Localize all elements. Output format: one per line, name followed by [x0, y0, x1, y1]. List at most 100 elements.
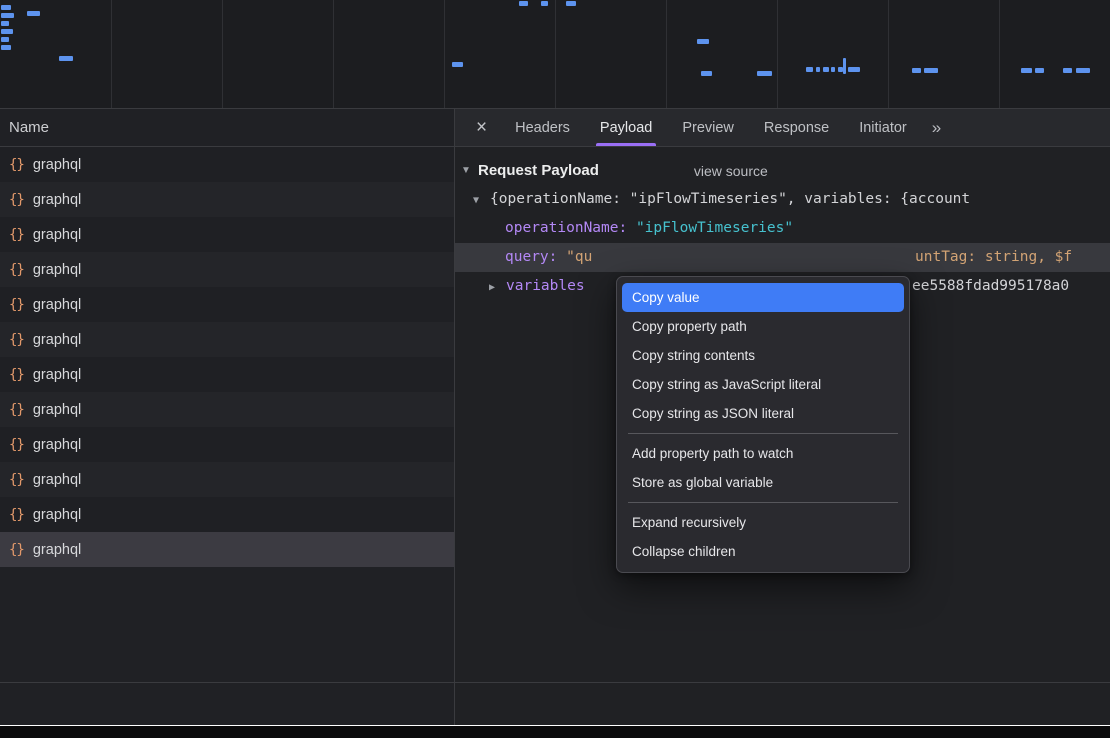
overview-request-bar [924, 68, 938, 73]
request-name: graphql [33, 507, 81, 523]
request-name: graphql [33, 157, 81, 173]
request-name: graphql [33, 367, 81, 383]
tab-payload[interactable]: Payload [585, 109, 667, 146]
variables-preview-end: ee5588fdad995178a0 [912, 272, 1069, 301]
menu-item-copy-value[interactable]: Copy value [622, 283, 904, 312]
menu-item-copy-property-path[interactable]: Copy property path [622, 312, 904, 341]
request-row[interactable]: {} graphql [0, 147, 454, 182]
property-key: operationName: [505, 220, 627, 236]
detail-footer [455, 682, 1110, 725]
request-name: graphql [33, 227, 81, 243]
disclosure-triangle-icon[interactable]: ▼ [473, 186, 485, 214]
disclosure-triangle-icon[interactable]: ▶ [489, 273, 501, 301]
overview-request-bar [519, 1, 528, 6]
overview-request-bar [452, 62, 463, 67]
menu-item-copy-string-json-literal[interactable]: Copy string as JSON literal [622, 399, 904, 428]
request-row-selected[interactable]: {} graphql [0, 532, 454, 567]
request-payload-title: Request Payload [478, 162, 599, 179]
request-row[interactable]: {} graphql [0, 182, 454, 217]
overview-request-bar [1, 29, 13, 34]
overview-request-bar [806, 67, 813, 72]
request-row[interactable]: {}graphql [0, 287, 454, 322]
overview-gridline [444, 0, 445, 108]
property-value: "ipFlowTimeseries" [636, 220, 793, 236]
menu-item-copy-string-contents[interactable]: Copy string contents [622, 341, 904, 370]
overview-gridline [111, 0, 112, 108]
request-row[interactable]: {}graphql [0, 392, 454, 427]
tab-initiator[interactable]: Initiator [844, 109, 922, 146]
request-row[interactable]: {}graphql [0, 217, 454, 252]
property-key: query: [505, 249, 557, 265]
request-row[interactable]: {}graphql [0, 252, 454, 287]
overview-gridline [999, 0, 1000, 108]
request-row[interactable]: {} graphql [0, 322, 454, 357]
overview-request-bar [566, 1, 576, 6]
overview-request-bar [757, 71, 772, 76]
overview-request-bar [843, 58, 846, 74]
request-name: graphql [33, 332, 81, 348]
json-braces-icon: {} [9, 472, 24, 488]
request-name: graphql [33, 472, 81, 488]
overview-gridline [666, 0, 667, 108]
tab-preview[interactable]: Preview [667, 109, 749, 146]
overview-request-bar [1021, 68, 1032, 73]
overview-request-bar [912, 68, 921, 73]
menu-separator [628, 433, 898, 434]
tab-response[interactable]: Response [749, 109, 844, 146]
menu-item-store-global[interactable]: Store as global variable [622, 468, 904, 497]
request-row[interactable]: {} graphql [0, 357, 454, 392]
tab-headers[interactable]: Headers [500, 109, 585, 146]
request-row[interactable]: {} graphql [0, 497, 454, 532]
json-braces-icon: {} [9, 402, 24, 418]
overview-request-bar [541, 1, 548, 6]
overview-request-bar [831, 67, 835, 72]
json-braces-icon: {} [9, 507, 24, 523]
overview-request-bar [1, 45, 11, 50]
overview-request-bar [1, 21, 9, 26]
overview-request-bar [1035, 68, 1044, 73]
json-braces-icon: {} [9, 367, 24, 383]
overview-request-bar [1063, 68, 1072, 73]
menu-item-collapse-children[interactable]: Collapse children [622, 537, 904, 566]
request-payload-header: ▼ Request Payload view source [455, 147, 1110, 185]
request-name: graphql [33, 192, 81, 208]
json-braces-icon: {} [9, 157, 24, 173]
overview-request-bar [1, 13, 14, 18]
request-name: graphql [33, 542, 81, 558]
overview-gridline [888, 0, 889, 108]
request-row[interactable]: {} graphql [0, 462, 454, 497]
menu-separator [628, 502, 898, 503]
view-source-link[interactable]: view source [694, 163, 768, 179]
overview-gridline [222, 0, 223, 108]
json-braces-icon: {} [9, 542, 24, 558]
more-tabs-icon[interactable]: » [932, 118, 941, 138]
request-name: graphql [33, 297, 81, 313]
request-row[interactable]: {}graphql [0, 427, 454, 462]
overview-request-bar [816, 67, 820, 72]
json-braces-icon: {} [9, 332, 24, 348]
menu-item-add-watch[interactable]: Add property path to watch [622, 439, 904, 468]
overview-request-bar [1, 5, 11, 10]
overview-request-bar [1076, 68, 1090, 73]
overview-request-bar [701, 71, 712, 76]
request-list-panel: Name {} graphql {} graphql {} graphql {} gra… [0, 109, 455, 725]
menu-item-expand-recursively[interactable]: Expand recursively [622, 508, 904, 537]
json-braces-icon: {} [9, 437, 24, 453]
disclosure-triangle-icon[interactable]: ▼ [461, 165, 473, 176]
network-main-split: Name {} graphql {} graphql {} graphql {} gra… [0, 109, 1110, 725]
menu-item-copy-string-js-literal[interactable]: Copy string as JavaScript literal [622, 370, 904, 399]
bottom-bar [0, 726, 1110, 738]
overview-request-bar [27, 11, 40, 16]
name-column-header[interactable]: Name [0, 109, 454, 147]
close-icon[interactable]: × [463, 117, 500, 139]
detail-tabbar: × Headers Payload Preview Response Initi… [455, 109, 1110, 147]
object-preview: {operationName: "ipFlowTimeseries", vari… [490, 191, 970, 207]
operation-name-row[interactable]: operationName: "ipFlowTimeseries" [455, 214, 1110, 243]
overview-request-bar [697, 39, 709, 44]
request-list: {}graphql {}graphql {}graphql {}graphql … [0, 147, 454, 682]
json-braces-icon: {} [9, 192, 24, 208]
network-overview-timeline[interactable] [0, 0, 1110, 109]
payload-root-row[interactable]: ▼ {operationName: "ipFlowTimeseries", var… [455, 185, 1110, 214]
query-row-selected[interactable]: query: "qu untTag: string, $f [455, 243, 1110, 272]
request-list-footer [0, 682, 454, 725]
